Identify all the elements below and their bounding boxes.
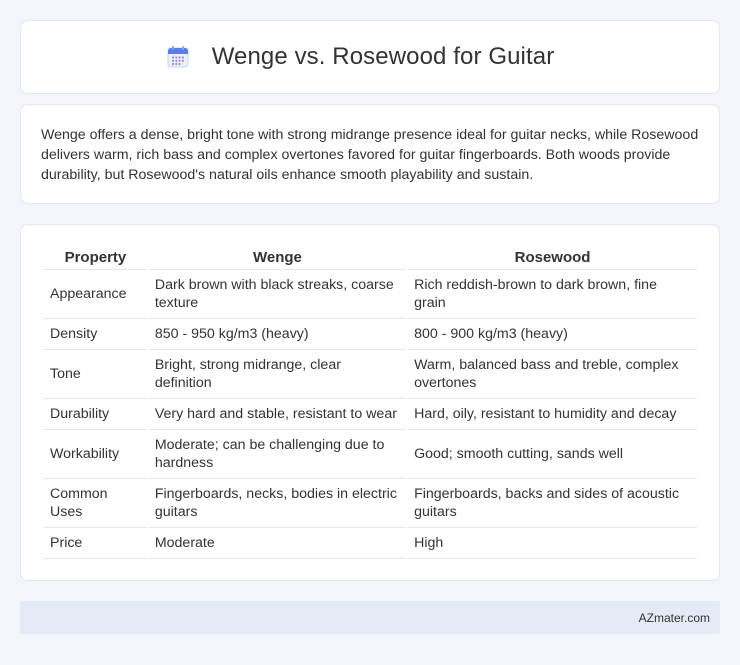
table-row: Price Moderate High: [44, 528, 697, 559]
cell-rosewood: Good; smooth cutting, sands well: [408, 430, 697, 479]
cell-property: Appearance: [44, 270, 147, 319]
table-row: Appearance Dark brown with black streaks…: [44, 270, 697, 319]
header-property: Property: [44, 245, 147, 270]
table-header-row: Property Wenge Rosewood: [44, 245, 697, 270]
footer-brand: AZmater.com: [638, 610, 710, 625]
header-rosewood: Rosewood: [408, 245, 697, 270]
cell-property: Durability: [44, 399, 147, 430]
summary-text: Wenge offers a dense, bright tone with s…: [41, 127, 699, 183]
comparison-table: Property Wenge Rosewood Appearance Dark …: [42, 245, 699, 559]
table-row: Durability Very hard and stable, resista…: [44, 399, 697, 430]
table-row: Tone Bright, strong midrange, clear defi…: [44, 350, 697, 399]
cell-rosewood: High: [408, 528, 697, 559]
table-row: Common Uses Fingerboards, necks, bodies …: [44, 479, 697, 528]
title-card: Wenge vs. Rosewood for Guitar: [20, 20, 720, 94]
cell-rosewood: 800 - 900 kg/m3 (heavy): [408, 319, 697, 350]
cell-wenge: 850 - 950 kg/m3 (heavy): [148, 319, 407, 350]
cell-wenge: Very hard and stable, resistant to wear: [148, 399, 407, 430]
cell-property: Workability: [44, 430, 147, 479]
cell-property: Density: [44, 319, 147, 350]
cell-property: Tone: [44, 350, 147, 399]
header-wenge: Wenge: [148, 245, 407, 270]
cell-rosewood: Hard, oily, resistant to humidity and de…: [408, 399, 697, 430]
cell-wenge: Moderate: [148, 528, 407, 559]
footer-bar: AZmater.com: [20, 601, 720, 634]
comparison-card: Property Wenge Rosewood Appearance Dark …: [20, 224, 720, 581]
cell-wenge: Bright, strong midrange, clear definitio…: [148, 350, 407, 399]
summary-card: Wenge offers a dense, bright tone with s…: [20, 104, 720, 204]
cell-wenge: Moderate; can be challenging due to hard…: [148, 430, 407, 479]
table-row: Workability Moderate; can be challenging…: [44, 430, 697, 479]
cell-wenge: Fingerboards, necks, bodies in electric …: [148, 479, 407, 528]
cell-rosewood: Warm, balanced bass and treble, complex …: [408, 350, 697, 399]
calendar-icon: [167, 46, 189, 68]
page-title: Wenge vs. Rosewood for Guitar: [211, 43, 555, 70]
cell-wenge: Dark brown with black streaks, coarse te…: [148, 270, 407, 319]
cell-rosewood: Rich reddish-brown to dark brown, fine g…: [408, 270, 697, 319]
table-row: Density 850 - 950 kg/m3 (heavy) 800 - 90…: [44, 319, 697, 350]
cell-property: Common Uses: [44, 479, 147, 528]
cell-rosewood: Fingerboards, backs and sides of acousti…: [408, 479, 697, 528]
cell-property: Price: [44, 528, 147, 559]
